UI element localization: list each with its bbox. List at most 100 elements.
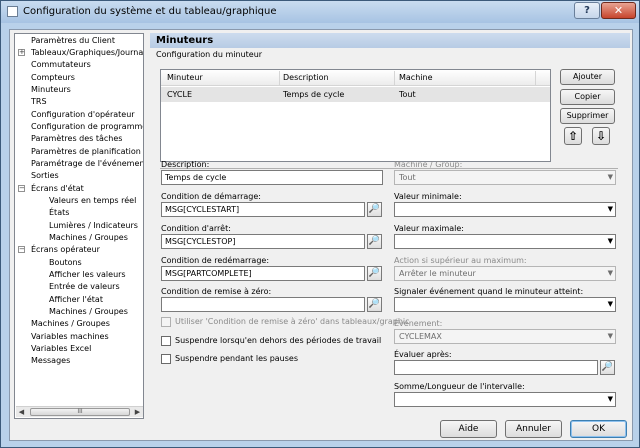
event-select[interactable]: CYCLEMAX ▼ (394, 329, 616, 344)
chevron-down-icon: ▼ (607, 332, 613, 340)
interval-sum-label: Somme/Longueur de l'intervalle: (394, 382, 525, 391)
dialog-client: Paramètres du Client + Tableaux/Graphiqu… (9, 29, 633, 441)
use-reset-checkbox[interactable] (161, 317, 171, 327)
expand-icon[interactable]: + (18, 49, 25, 56)
reset-condition-field[interactable] (161, 297, 365, 312)
title-bar[interactable]: Configuration du système et du tableau/g… (1, 1, 639, 23)
search-icon[interactable]: 🔎 (367, 266, 382, 281)
stop-condition-field[interactable]: MSG[CYCLESTOP] (161, 234, 365, 249)
table-header: Minuteur Description Machine (161, 70, 550, 86)
tree-item-config-operateur[interactable]: Configuration d'opérateur (31, 109, 135, 121)
column-header-description[interactable]: Description (283, 73, 329, 82)
delete-button[interactable]: Supprimer (560, 108, 615, 124)
tree-item-afficher-etat[interactable]: Afficher l'état (49, 294, 103, 306)
description-field[interactable]: Temps de cycle (161, 170, 383, 185)
ok-button[interactable]: OK (570, 420, 627, 438)
chevron-down-icon: ▼ (607, 237, 613, 245)
column-divider (535, 71, 536, 85)
tree-item-machines-groupes-operateur[interactable]: Machines / Groupes (49, 306, 128, 318)
window-title: Configuration du système et du tableau/g… (23, 6, 277, 17)
reset-condition-label: Condition de remise à zéro: (161, 287, 272, 296)
search-icon[interactable]: 🔎 (600, 360, 615, 375)
tree-item-lumieres[interactable]: Lumières / Indicateurs (49, 220, 138, 232)
tree-item-ecrans-etat[interactable]: Écrans d'état (31, 183, 84, 195)
use-reset-label: Utiliser 'Condition de remise à zéro' da… (175, 317, 410, 326)
action-select[interactable]: Arrêter le minuteur ▼ (394, 266, 616, 281)
min-value-select[interactable]: ▼ (394, 202, 616, 217)
help-button[interactable]: Aide (440, 420, 497, 438)
cell-machine: Tout (399, 90, 416, 99)
tree-item-variables-machines[interactable]: Variables machines (31, 331, 109, 343)
tree-item-sorties[interactable]: Sorties (31, 170, 59, 182)
tree-item-variables-excel[interactable]: Variables Excel (31, 343, 91, 355)
description-label: Description: (161, 160, 210, 169)
tree-item-parametres-client[interactable]: Paramètres du Client (31, 35, 115, 47)
suspend-breaks-checkbox[interactable] (161, 354, 171, 364)
evaluate-after-label: Évaluer après: (394, 350, 452, 359)
column-divider (279, 71, 280, 85)
navigation-tree[interactable]: Paramètres du Client + Tableaux/Graphiqu… (14, 33, 144, 419)
chevron-down-icon: ▼ (607, 300, 613, 308)
interval-sum-select[interactable]: ▼ (394, 392, 616, 407)
tree-item-parametrage-evenement[interactable]: Paramétrage de l'événement (31, 158, 143, 170)
cell-minuteur: CYCLE (167, 90, 192, 99)
tree-item-entree-valeurs[interactable]: Entrée de valeurs (49, 281, 120, 293)
search-icon[interactable]: 🔎 (367, 297, 382, 312)
suspend-outside-label: Suspendre lorsqu'en dehors des périodes … (175, 336, 382, 345)
scroll-left-icon[interactable]: ◀ (16, 407, 27, 417)
scroll-thumb[interactable]: III (30, 408, 130, 416)
tree-item-tableaux[interactable]: Tableaux/Graphiques/Journa (31, 47, 143, 59)
restart-condition-label: Condition de redémarrage: (161, 256, 270, 265)
move-up-icon[interactable]: ⇧ (564, 127, 582, 145)
tree-item-compteurs[interactable]: Compteurs (31, 72, 75, 84)
tree-item-etats[interactable]: États (49, 207, 69, 219)
column-header-machine[interactable]: Machine (399, 73, 433, 82)
start-condition-label: Condition de démarrage: (161, 192, 261, 201)
table-row[interactable]: CYCLE Temps de cycle Tout (161, 87, 550, 102)
tree-item-valeurs-temps-reel[interactable]: Valeurs en temps réel (49, 195, 136, 207)
signal-select[interactable]: ▼ (394, 297, 616, 312)
collapse-icon[interactable]: − (18, 246, 25, 253)
tree-item-boutons[interactable]: Boutons (49, 257, 82, 269)
start-condition-field[interactable]: MSG[CYCLESTART] (161, 202, 365, 217)
tree-item-machines-groupes-etat[interactable]: Machines / Groupes (49, 232, 128, 244)
suspend-outside-checkbox[interactable] (161, 336, 171, 346)
column-header-minuteur[interactable]: Minuteur (167, 73, 203, 82)
add-button[interactable]: Ajouter (560, 69, 615, 85)
machine-group-label: Machine / Group: (394, 160, 463, 169)
dialog-window: Configuration du système et du tableau/g… (0, 0, 640, 448)
tree-item-parametres-planification[interactable]: Paramètres de planification (31, 146, 141, 158)
action-value: Arrêter le minuteur (399, 269, 476, 278)
event-label: Événement: (394, 319, 443, 328)
section-subtitle: Configuration du minuteur (156, 50, 263, 59)
max-value-select[interactable]: ▼ (394, 234, 616, 249)
action-label: Action si supérieur au maximum: (394, 256, 527, 265)
tree-item-minuteurs[interactable]: Minuteurs (31, 84, 71, 96)
machine-group-value: Tout (399, 173, 416, 182)
tree-item-messages[interactable]: Messages (31, 355, 70, 367)
machine-group-select[interactable]: Tout ▼ (394, 170, 616, 185)
copy-button[interactable]: Copier (560, 89, 615, 105)
tree-item-afficher-valeurs[interactable]: Afficher les valeurs (49, 269, 126, 281)
restart-condition-field[interactable]: MSG[PARTCOMPLETE] (161, 266, 365, 281)
search-icon[interactable]: 🔎 (367, 234, 382, 249)
move-down-icon[interactable]: ⇩ (592, 127, 610, 145)
chevron-down-icon: ▼ (607, 269, 613, 277)
evaluate-after-field[interactable] (394, 360, 598, 375)
timers-table[interactable]: Minuteur Description Machine CYCLE Temps… (160, 69, 551, 162)
horizontal-scrollbar[interactable]: ◀ III ▶ (16, 406, 143, 417)
tree-item-config-programme[interactable]: Configuration de programme (31, 121, 143, 133)
cancel-button[interactable]: Annuler (505, 420, 562, 438)
tree-item-trs[interactable]: TRS (31, 96, 47, 108)
tree-item-machines-groupes[interactable]: Machines / Groupes (31, 318, 110, 330)
collapse-icon[interactable]: − (18, 185, 25, 192)
stop-condition-label: Condition d'arrêt: (161, 224, 231, 233)
scroll-right-icon[interactable]: ▶ (132, 407, 143, 417)
tree-item-ecrans-operateur[interactable]: Écrans opérateur (31, 244, 100, 256)
min-value-label: Valeur minimale: (394, 192, 462, 201)
tree-item-parametres-taches[interactable]: Paramètres des tâches (31, 133, 122, 145)
search-icon[interactable]: 🔎 (367, 202, 382, 217)
tree-item-commutateurs[interactable]: Commutateurs (31, 59, 91, 71)
close-button[interactable]: ✕ (601, 2, 636, 19)
help-title-button[interactable]: ? (574, 2, 600, 19)
